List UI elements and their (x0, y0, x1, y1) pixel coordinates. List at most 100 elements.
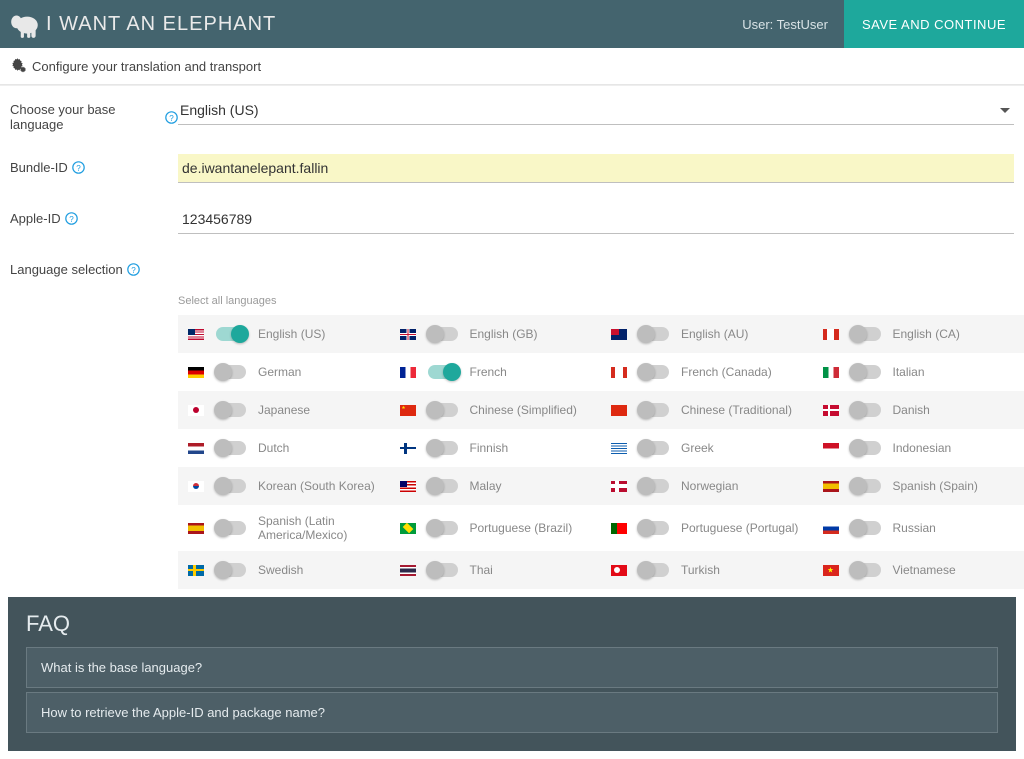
language-toggle[interactable] (216, 521, 246, 535)
language-name: Italian (893, 365, 925, 379)
language-cell: French (Canada) (601, 353, 813, 391)
language-cell: Dutch (178, 429, 390, 467)
language-toggle[interactable] (851, 327, 881, 341)
svg-text:?: ? (76, 164, 81, 173)
flag-icon (400, 367, 416, 378)
help-icon[interactable]: ? (127, 263, 140, 276)
language-name: Danish (893, 403, 930, 417)
language-name: Dutch (258, 441, 289, 455)
language-cell: Indonesian (813, 429, 1024, 467)
svg-text:?: ? (131, 266, 136, 275)
language-toggle[interactable] (639, 479, 669, 493)
language-toggle[interactable] (851, 563, 881, 577)
language-toggle[interactable] (851, 521, 881, 535)
app-header: I WANT AN ELEPHANT User: TestUser SAVE A… (0, 0, 1024, 48)
faq-item[interactable]: What is the base language? (26, 647, 998, 688)
language-name: English (AU) (681, 327, 748, 341)
language-name: Norwegian (681, 479, 738, 493)
language-cell: French (390, 353, 602, 391)
apple-id-input[interactable] (178, 205, 1014, 234)
language-toggle[interactable] (216, 563, 246, 577)
flag-icon (823, 443, 839, 454)
language-toggle[interactable] (639, 521, 669, 535)
flag-icon (188, 405, 204, 416)
language-name: Portuguese (Portugal) (681, 521, 798, 535)
flag-icon (188, 329, 204, 340)
language-cell: English (AU) (601, 315, 813, 353)
flag-icon (188, 565, 204, 576)
language-name: Vietnamese (893, 563, 956, 577)
cogs-icon (10, 58, 26, 74)
language-toggle[interactable] (216, 403, 246, 417)
language-cell: Italian (813, 353, 1024, 391)
language-name: Russian (893, 521, 936, 535)
language-cell: Swedish (178, 551, 390, 589)
flag-icon (188, 443, 204, 454)
flag-icon (823, 565, 839, 576)
language-toggle[interactable] (216, 479, 246, 493)
language-cell: Norwegian (601, 467, 813, 505)
language-name: English (GB) (470, 327, 538, 341)
select-all-languages-link[interactable]: Select all languages (178, 289, 1024, 315)
language-cell: English (GB) (390, 315, 602, 353)
language-cell: Turkish (601, 551, 813, 589)
language-cell: Spanish (Latin America/Mexico) (178, 505, 390, 551)
language-cell: Vietnamese (813, 551, 1024, 589)
save-continue-button[interactable]: SAVE AND CONTINUE (844, 0, 1024, 48)
language-toggle[interactable] (639, 403, 669, 417)
svg-text:?: ? (169, 113, 174, 122)
language-toggle[interactable] (428, 479, 458, 493)
language-name: Thai (470, 563, 493, 577)
faq-title: FAQ (26, 611, 998, 637)
language-cell: Thai (390, 551, 602, 589)
language-cell: Finnish (390, 429, 602, 467)
flag-icon (188, 367, 204, 378)
language-cell: Portuguese (Portugal) (601, 505, 813, 551)
language-toggle[interactable] (428, 441, 458, 455)
svg-text:?: ? (69, 215, 74, 224)
apple-id-label: Apple-ID ? (10, 205, 178, 226)
language-toggle[interactable] (851, 441, 881, 455)
bundle-id-input[interactable] (178, 154, 1014, 183)
help-icon[interactable]: ? (165, 111, 178, 124)
language-toggle[interactable] (428, 327, 458, 341)
language-toggle[interactable] (216, 327, 246, 341)
language-cell: Greek (601, 429, 813, 467)
language-toggle[interactable] (639, 563, 669, 577)
help-icon[interactable]: ? (65, 212, 78, 225)
faq-panel: FAQ What is the base language?How to ret… (8, 597, 1016, 751)
language-cell: Malay (390, 467, 602, 505)
chevron-down-icon (1000, 108, 1010, 113)
language-name: Chinese (Traditional) (681, 403, 792, 417)
flag-icon (611, 367, 627, 378)
language-toggle[interactable] (216, 441, 246, 455)
language-toggle[interactable] (216, 365, 246, 379)
language-toggle[interactable] (428, 365, 458, 379)
language-toggle[interactable] (851, 479, 881, 493)
language-name: English (US) (258, 327, 325, 341)
flag-icon (188, 481, 204, 492)
language-toggle[interactable] (851, 403, 881, 417)
language-toggle[interactable] (428, 563, 458, 577)
language-cell: German (178, 353, 390, 391)
language-toggle[interactable] (639, 441, 669, 455)
faq-item[interactable]: How to retrieve the Apple-ID and package… (26, 692, 998, 733)
language-cell: English (US) (178, 315, 390, 353)
help-icon[interactable]: ? (72, 161, 85, 174)
language-cell: Danish (813, 391, 1024, 429)
base-language-select[interactable]: English (US) (178, 96, 1014, 125)
language-toggle[interactable] (428, 403, 458, 417)
base-language-label: Choose your base language ? (10, 96, 178, 132)
subtitle-text: Configure your translation and transport (32, 59, 261, 74)
language-toggle[interactable] (851, 365, 881, 379)
language-toggle[interactable] (639, 327, 669, 341)
language-name: Spanish (Spain) (893, 479, 978, 493)
brand-logo: I WANT AN ELEPHANT (8, 7, 276, 41)
elephant-icon (8, 7, 42, 41)
language-cell: Portuguese (Brazil) (390, 505, 602, 551)
flag-icon (823, 481, 839, 492)
user-label: User: TestUser (742, 17, 828, 32)
language-cell: English (CA) (813, 315, 1024, 353)
language-toggle[interactable] (428, 521, 458, 535)
language-toggle[interactable] (639, 365, 669, 379)
